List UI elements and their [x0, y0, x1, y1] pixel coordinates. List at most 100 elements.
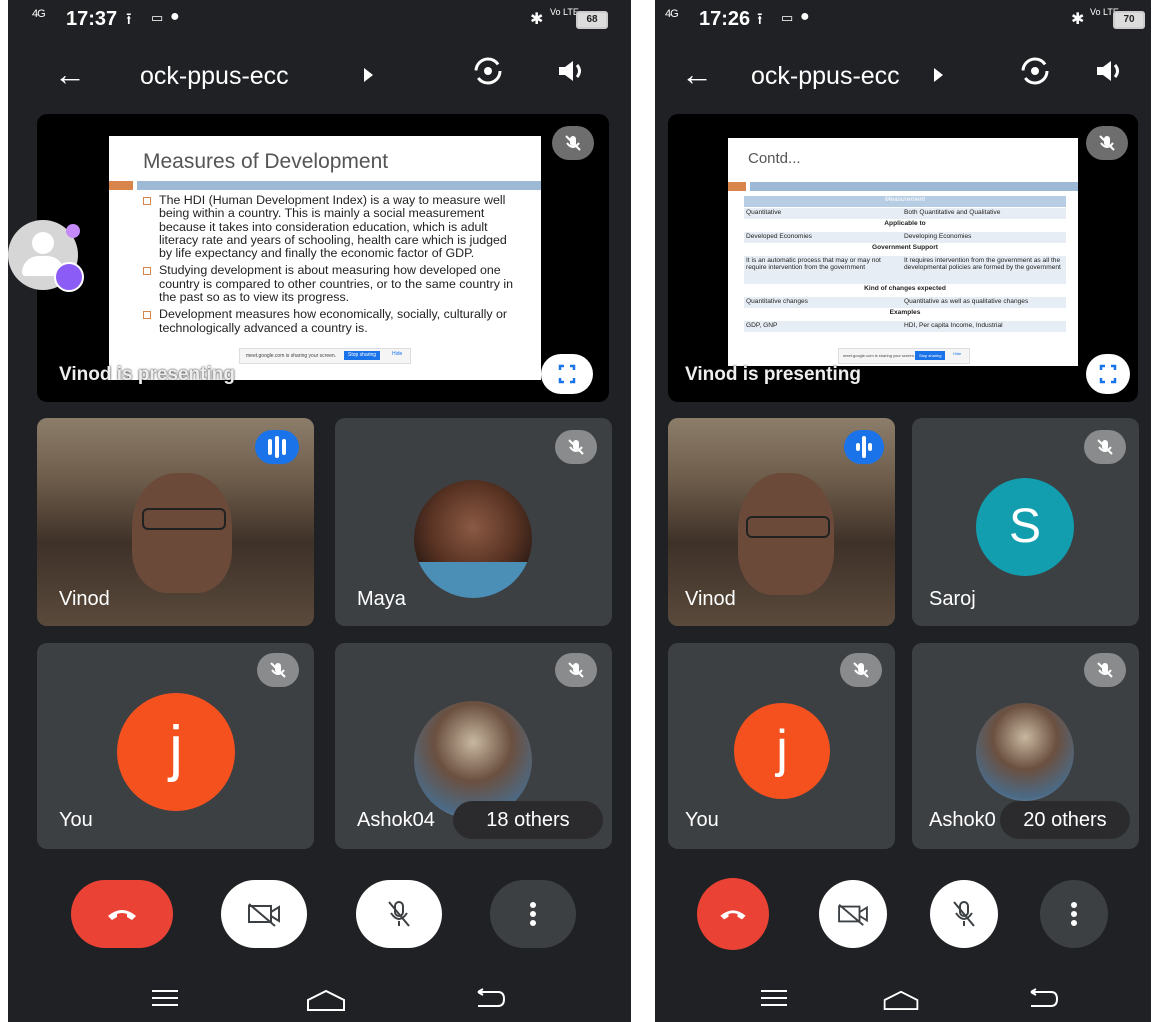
back-arrow-icon[interactable]: ← — [681, 56, 713, 93]
shared-slide: Contd... Measurement Quantitative Both Qu… — [728, 138, 1078, 366]
participant-tile-ashok[interactable]: Ashok0 20 others — [912, 643, 1139, 849]
menu-icon[interactable] — [150, 988, 180, 1008]
participant-name: Ashok0 — [929, 809, 996, 831]
switch-camera-icon[interactable] — [1015, 54, 1055, 94]
participant-name: You — [59, 809, 93, 831]
others-count-badge[interactable]: 18 others — [453, 801, 603, 839]
notification-dot-icon — [66, 224, 80, 238]
notification-icon: ▭ — [781, 10, 794, 25]
participant-tile-maya[interactable]: Maya — [335, 418, 612, 626]
chevron-right-icon[interactable] — [934, 68, 943, 82]
slide-rule — [750, 182, 1078, 191]
participant-tile-you[interactable]: j You — [668, 643, 895, 849]
back-nav-icon[interactable] — [474, 988, 508, 1010]
participant-avatar-photo — [976, 703, 1074, 801]
participant-name: Vinod — [685, 588, 736, 610]
messenger-icon — [54, 262, 84, 292]
mic-off-icon — [388, 901, 410, 927]
slide-title: Measures of Development — [143, 150, 389, 173]
volte-indicator: Vo LTE — [550, 7, 579, 17]
slide-accent — [109, 181, 133, 190]
person-head-icon — [32, 232, 54, 254]
meeting-code[interactable]: ock-ppus-ecc — [140, 62, 289, 91]
table-row: It is an automatic process that may or m… — [744, 256, 1066, 284]
camera-off-icon — [248, 903, 280, 927]
table-section: Government Support — [744, 244, 1066, 255]
chat-bubble-icon: ● — [170, 8, 180, 25]
slide-bullet: Studying development is about measuring … — [141, 264, 521, 304]
slide-bullet: The HDI (Human Development Index) is a w… — [141, 193, 521, 260]
participant-tile-ashok[interactable]: Ashok04 18 others — [335, 643, 612, 849]
notification-icon: ▭ — [151, 10, 164, 25]
hide-button[interactable]: Hide — [953, 351, 961, 356]
meeting-header: ← ock-ppus-ecc — [8, 48, 631, 104]
table-section: Examples — [744, 309, 1066, 320]
mic-off-icon — [257, 653, 299, 687]
speaker-icon[interactable] — [550, 54, 590, 94]
presentation-tile[interactable]: Measures of Development The HDI (Human D… — [37, 114, 609, 402]
presentation-tile[interactable]: Contd... Measurement Quantitative Both Qu… — [668, 114, 1138, 402]
mic-off-icon — [555, 653, 597, 687]
end-call-button[interactable] — [697, 878, 769, 950]
participant-tile-vinod[interactable]: Vinod — [668, 418, 895, 626]
table-section: Applicable to — [744, 220, 1066, 231]
home-icon[interactable] — [304, 988, 348, 1012]
home-icon[interactable] — [881, 988, 921, 1012]
participant-tile-vinod[interactable]: Vinod — [37, 418, 314, 626]
stop-sharing-button[interactable]: Stop sharing — [915, 351, 946, 360]
mic-off-icon — [552, 126, 594, 160]
more-options-button[interactable] — [490, 880, 576, 948]
status-bar: 4G 17:26 ⭱ ▭ ● ✱ Vo LTE 70 — [655, 0, 1151, 40]
menu-icon[interactable] — [759, 988, 789, 1008]
shared-slide: Measures of Development The HDI (Human D… — [109, 136, 541, 380]
switch-camera-icon[interactable] — [468, 54, 508, 94]
back-arrow-icon[interactable]: ← — [54, 56, 86, 93]
battery-indicator: 68 — [576, 11, 608, 29]
avatar: j — [117, 693, 235, 811]
status-time: 17:37 — [66, 8, 118, 30]
end-call-button[interactable] — [71, 880, 173, 948]
presenting-label: Vinod is presenting — [59, 364, 235, 385]
camera-toggle-button[interactable] — [819, 880, 887, 948]
camera-toggle-button[interactable] — [221, 880, 307, 948]
stop-sharing-button[interactable]: Stop sharing — [344, 351, 381, 360]
right-phone-screen: 4G 17:26 ⭱ ▭ ● ✱ Vo LTE 70 ← ock-ppus-ec… — [655, 0, 1151, 1022]
back-nav-icon[interactable] — [1027, 988, 1061, 1010]
participant-name: You — [685, 809, 719, 831]
chevron-right-icon[interactable] — [364, 68, 373, 82]
participant-tile-saroj[interactable]: S Saroj — [912, 418, 1139, 626]
mic-toggle-button[interactable] — [356, 880, 442, 948]
bluetooth-icon: ✱ — [1071, 11, 1085, 28]
slide-title: Contd... — [748, 150, 801, 167]
more-vert-icon — [1071, 902, 1077, 926]
slide-bullet: Development measures how economically, s… — [141, 308, 521, 335]
messenger-chat-head[interactable] — [8, 220, 84, 292]
speaker-icon[interactable] — [1088, 54, 1128, 94]
table-section: Kind of changes expected — [744, 285, 1066, 296]
table-row: Quantitative Both Quantitative and Qualit… — [744, 208, 1066, 219]
meeting-code[interactable]: ock-ppus-ecc — [751, 62, 900, 91]
mic-toggle-button[interactable] — [930, 880, 998, 948]
mic-off-icon — [1084, 430, 1126, 464]
participant-name: Vinod — [59, 588, 110, 610]
left-phone-screen: 4G 17:37 ⭱ ▭ ● ✱ Vo LTE 68 ← ock-ppus-ec… — [8, 0, 631, 1022]
screen-share-bar: meet.google.com is sharing your screen. … — [239, 348, 411, 364]
more-vert-icon — [530, 902, 536, 926]
speaking-indicator-icon — [255, 430, 299, 464]
hide-button[interactable]: Hide — [392, 351, 402, 357]
others-count-badge[interactable]: 20 others — [1000, 801, 1130, 839]
participant-tile-you[interactable]: j You — [37, 643, 314, 849]
meeting-header: ← ock-ppus-ecc — [655, 48, 1151, 104]
network-indicator: 4G — [665, 8, 679, 20]
upload-icon: ⭱ — [126, 11, 132, 28]
fullscreen-button[interactable] — [541, 354, 593, 394]
table-header: Measurement — [744, 196, 1066, 207]
mic-off-icon — [555, 430, 597, 464]
participant-face — [132, 473, 232, 593]
upload-icon: ⭱ — [757, 11, 763, 28]
more-options-button[interactable] — [1040, 880, 1108, 948]
fullscreen-button[interactable] — [1086, 354, 1130, 394]
network-indicator: 4G — [32, 8, 46, 20]
participant-avatar-photo — [414, 480, 532, 598]
presenting-label: Vinod is presenting — [685, 364, 861, 385]
